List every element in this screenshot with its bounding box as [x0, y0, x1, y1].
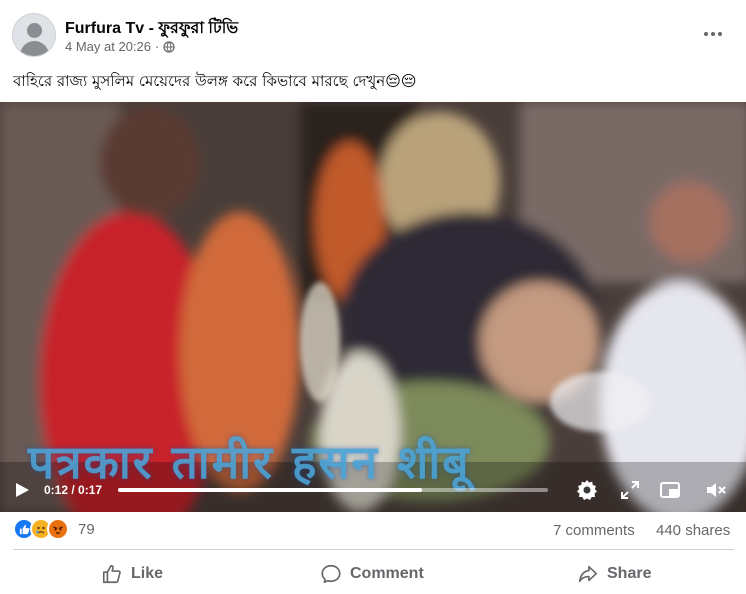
post-text: বাহিরে রাজ্য মুসলিম মেয়েদের উলঙ্গ করে ক… — [13, 72, 417, 90]
more-dot — [704, 32, 708, 36]
thumbs-up-icon — [102, 564, 121, 584]
more-dot — [711, 32, 715, 36]
fullscreen-icon[interactable] — [618, 478, 642, 502]
meta-separator: · — [155, 39, 160, 54]
more-options-button[interactable] — [696, 20, 730, 48]
post-meta: 4 May at 20:26 · — [65, 39, 175, 54]
reactions-summary[interactable]: 79 — [13, 518, 95, 540]
like-button[interactable]: Like — [101, 560, 163, 588]
picture-in-picture-icon[interactable] — [658, 478, 682, 502]
like-label: Like — [131, 565, 164, 582]
avatar-head — [27, 23, 42, 38]
page-name-link[interactable]: Furfura Tv - ফুরফুরা টিভি — [65, 15, 238, 42]
comment-bubble-icon — [321, 564, 341, 584]
comment-label: Comment — [350, 565, 424, 582]
play-icon[interactable] — [14, 482, 30, 498]
angry-icon — [47, 518, 69, 540]
post-date[interactable]: 4 May at 20:26 — [65, 39, 151, 54]
avatar-body — [20, 41, 49, 56]
video-player[interactable]: पत्रकार तामीर हसन शीबू 0:12 / 0:17 — [0, 102, 746, 512]
reaction-count: 79 — [78, 520, 95, 538]
actions-divider — [13, 549, 734, 550]
avatar[interactable] — [12, 13, 56, 57]
video-time: 0:12 / 0:17 — [44, 483, 103, 497]
more-dot — [718, 32, 722, 36]
mute-icon[interactable] — [704, 478, 728, 502]
globe-icon[interactable] — [163, 40, 175, 53]
gear-icon[interactable] — [575, 478, 599, 502]
share-label: Share — [607, 565, 652, 582]
post-header: Furfura Tv - ফুরফুরা টিভি 4 May at 20:26… — [0, 0, 746, 68]
video-controls: 0:12 / 0:17 — [0, 468, 746, 512]
share-arrow-icon — [578, 565, 598, 583]
shares-count-link[interactable]: 440 shares — [656, 522, 730, 539]
video-progress-bar[interactable] — [118, 488, 548, 492]
video-progress-fill — [118, 488, 422, 492]
share-button[interactable]: Share — [577, 560, 651, 588]
comments-count-link[interactable]: 7 comments — [553, 522, 635, 539]
comment-button[interactable]: Comment — [320, 560, 424, 588]
